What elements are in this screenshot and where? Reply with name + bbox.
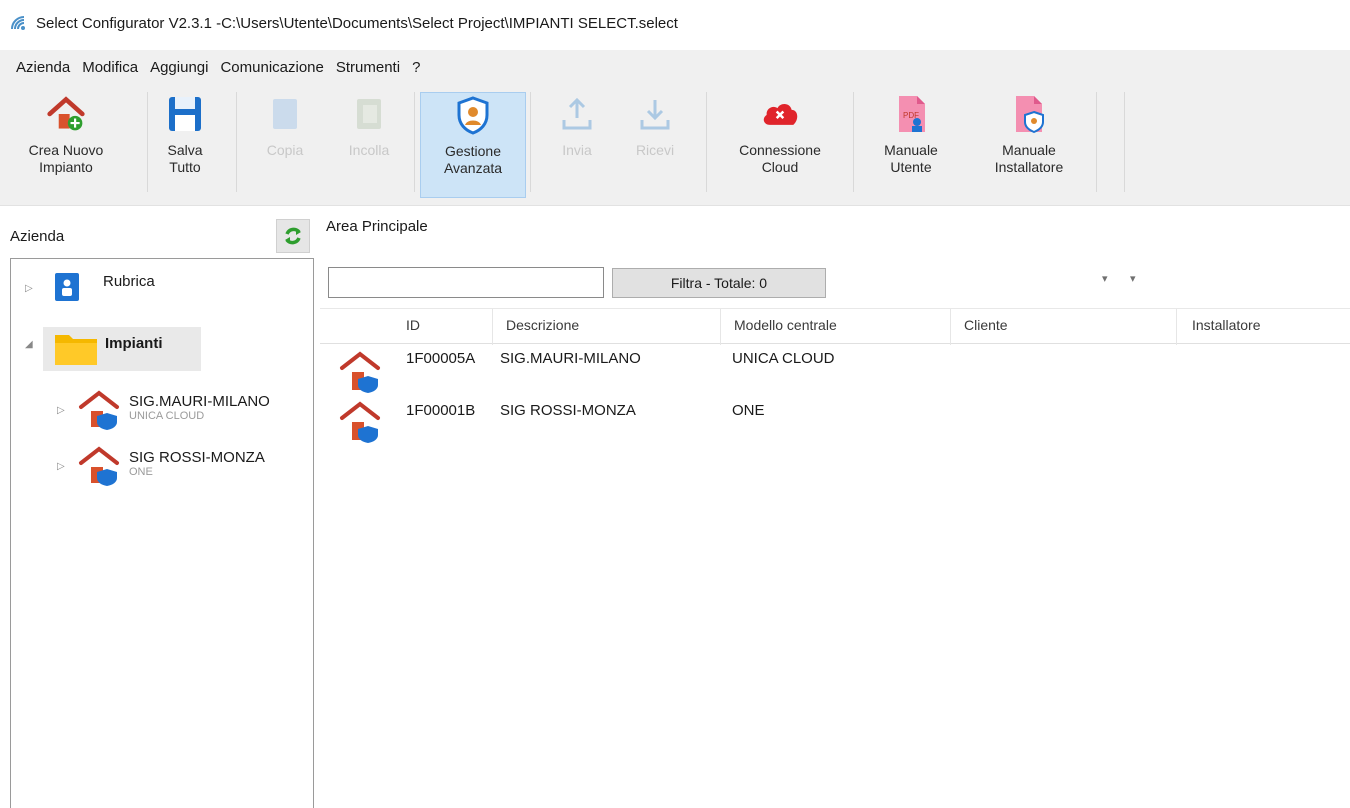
salva-label: Salva Tutto <box>167 142 203 175</box>
toolbar-separator <box>147 92 148 192</box>
expand-arrow-icon[interactable]: ▷ <box>57 461 65 472</box>
pdf-user-icon: PDF <box>891 92 931 136</box>
contacts-book-icon <box>55 273 79 301</box>
manuale-installatore-button[interactable]: Manuale Installatore <box>974 92 1084 198</box>
connessione-cloud-button[interactable]: Connessione Cloud <box>720 92 840 198</box>
gestione-label: Gestione Avanzata <box>443 143 503 176</box>
toolbar-separator <box>706 92 707 192</box>
cell-descrizione: SIG.MAURI-MILANO <box>500 350 641 367</box>
house-shield-icon <box>340 351 380 393</box>
incolla-button[interactable]: Incolla <box>336 92 402 198</box>
crea-nuovo-label: Crea Nuovo Impianto <box>28 142 104 175</box>
column-header-cliente[interactable]: Cliente <box>964 317 1008 333</box>
app-logo-icon <box>11 16 25 30</box>
title-bar: Select Configurator V2.3.1 -C:\Users\Ute… <box>0 0 1350 46</box>
menu-bar: Azienda Modifica Aggiungi Comunicazione … <box>0 50 1350 84</box>
manuale-installatore-label: Manuale Installatore <box>994 142 1064 175</box>
cell-descrizione: SIG ROSSI-MONZA <box>500 402 636 419</box>
filter-input[interactable] <box>328 267 604 298</box>
menu-modifica[interactable]: Modifica <box>76 59 144 76</box>
cloud-error-icon <box>760 92 800 136</box>
tree-label-rubrica: Rubrica <box>103 272 155 290</box>
manuale-utente-button[interactable]: PDF Manuale Utente <box>862 92 960 198</box>
copia-label: Copia <box>266 142 304 158</box>
toolbar-overflow-icon[interactable]: ▾ <box>1102 272 1108 285</box>
window-title: Select Configurator V2.3.1 -C:\Users\Ute… <box>36 14 678 32</box>
upload-icon <box>557 92 597 136</box>
tree-sublabel-model: UNICA CLOUD <box>129 409 205 422</box>
column-divider[interactable] <box>1176 309 1177 345</box>
table-row[interactable]: 1F00005A SIG.MAURI-MILANO UNICA CLOUD <box>320 346 1350 396</box>
incolla-label: Incolla <box>348 142 390 158</box>
toolbar: Crea Nuovo Impianto Salva Tutto Copia In… <box>0 84 1350 285</box>
tree-node-impianto[interactable]: SIG.MAURI-MILANO UNICA CLOUD <box>77 389 270 431</box>
menu-help[interactable]: ? <box>406 59 426 76</box>
toolbar-separator <box>853 92 854 192</box>
impianti-grid: ID Descrizione Modello centrale Cliente … <box>320 308 1350 808</box>
left-panel-header: Azienda <box>10 218 310 254</box>
download-icon <box>635 92 675 136</box>
column-divider[interactable] <box>492 309 493 345</box>
ricevi-label: Ricevi <box>635 142 675 158</box>
table-row[interactable]: 1F00001B SIG ROSSI-MONZA ONE <box>320 398 1350 448</box>
toolbar-overflow-icon[interactable]: ▾ <box>1130 272 1136 285</box>
new-house-icon <box>46 92 86 136</box>
cell-modello: UNICA CLOUD <box>732 350 835 367</box>
cell-id: 1F00005A <box>406 350 476 367</box>
refresh-icon <box>285 227 301 245</box>
menu-aggiungi[interactable]: Aggiungi <box>144 59 214 76</box>
invia-label: Invia <box>562 142 592 158</box>
manuale-utente-label: Manuale Utente <box>884 142 938 175</box>
column-header-installatore[interactable]: Installatore <box>1192 317 1260 333</box>
column-header-modello[interactable]: Modello centrale <box>734 317 837 333</box>
house-shield-icon <box>340 401 380 443</box>
toolbar-separator <box>1124 92 1125 192</box>
toolbar-separator <box>1096 92 1097 192</box>
tree-label-impianto: SIG ROSSI-MONZA <box>129 448 265 466</box>
tree-label-impianti: Impianti <box>105 334 163 352</box>
tree-node-rubrica[interactable]: Rubrica <box>53 271 155 303</box>
copy-icon <box>265 92 305 136</box>
tree-node-impianti[interactable]: Impianti <box>53 331 163 367</box>
column-header-id[interactable]: ID <box>406 317 420 333</box>
expand-arrow-icon[interactable]: ▷ <box>25 283 33 294</box>
menu-strumenti[interactable]: Strumenti <box>330 59 406 76</box>
save-icon <box>165 92 205 136</box>
expand-arrow-icon[interactable]: ▷ <box>57 405 65 416</box>
collapse-arrow-icon[interactable]: ◢ <box>25 339 33 350</box>
house-shield-icon <box>79 446 119 486</box>
column-divider[interactable] <box>720 309 721 345</box>
toolbar-separator <box>530 92 531 192</box>
column-header-descrizione[interactable]: Descrizione <box>506 317 579 333</box>
ricevi-button[interactable]: Ricevi <box>622 92 688 198</box>
azienda-tree: ▷ Rubrica ◢ Impianti ▷ SIG.MAURI-MILANO … <box>10 258 314 808</box>
tree-sublabel-model: ONE <box>129 465 153 478</box>
toolbar-separator <box>414 92 415 192</box>
invia-button[interactable]: Invia <box>544 92 610 198</box>
toolbar-separator <box>236 92 237 192</box>
menu-azienda[interactable]: Azienda <box>10 59 76 76</box>
tree-label-impianto: SIG.MAURI-MILANO <box>129 392 270 410</box>
column-divider[interactable] <box>950 309 951 345</box>
crea-nuovo-impianto-button[interactable]: Crea Nuovo Impianto <box>14 92 118 198</box>
refresh-button[interactable] <box>276 219 310 253</box>
cell-modello: ONE <box>732 402 765 419</box>
paste-icon <box>349 92 389 136</box>
copia-button[interactable]: Copia <box>252 92 318 198</box>
gestione-avanzata-button[interactable]: Gestione Avanzata <box>420 92 526 198</box>
left-panel-title: Azienda <box>10 227 65 245</box>
filter-button[interactable]: Filtra - Totale: 0 <box>612 268 826 298</box>
menu-comunicazione[interactable]: Comunicazione <box>214 59 329 76</box>
shield-user-icon <box>453 93 493 137</box>
tree-node-impianto[interactable]: SIG ROSSI-MONZA ONE <box>77 445 265 487</box>
cell-id: 1F00001B <box>406 402 476 419</box>
salva-tutto-button[interactable]: Salva Tutto <box>152 92 218 198</box>
main-area-title: Area Principale <box>326 218 428 235</box>
connessione-label: Connessione Cloud <box>739 142 821 175</box>
house-shield-icon <box>79 390 119 430</box>
folder-icon <box>55 335 97 365</box>
pdf-shield-icon <box>1009 92 1049 136</box>
grid-header: ID Descrizione Modello centrale Cliente … <box>320 308 1350 345</box>
